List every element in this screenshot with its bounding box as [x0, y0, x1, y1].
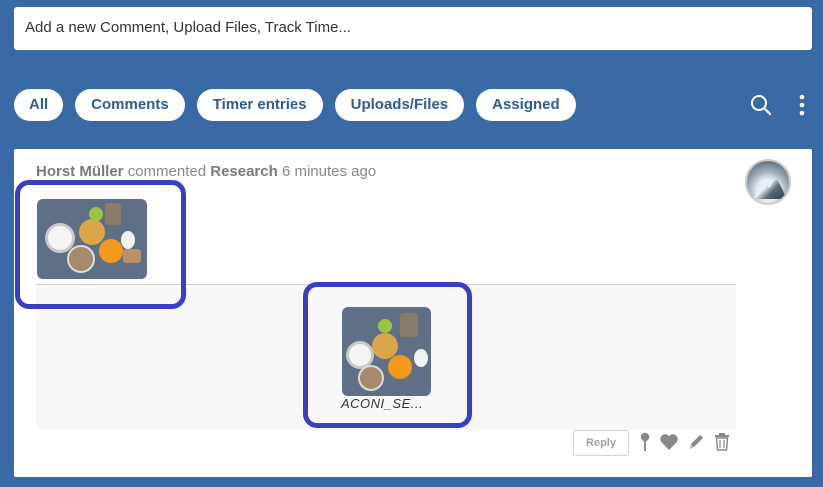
comment-card: Horst Müller commented Research 6 minute… — [14, 149, 812, 477]
comment-meta: Horst Müller commented Research 6 minute… — [36, 163, 376, 180]
comment-action: commented — [127, 163, 207, 180]
filter-assigned[interactable]: Assigned — [476, 89, 576, 121]
highlight-box — [303, 282, 472, 428]
filter-bar: All Comments Timer entries Uploads/Files… — [14, 89, 576, 121]
pin-icon[interactable] — [639, 432, 651, 452]
composer-placeholder: Add a new Comment, Upload Files, Track T… — [25, 19, 351, 36]
filter-comments[interactable]: Comments — [75, 89, 185, 121]
kebab-menu-icon[interactable] — [790, 93, 814, 117]
trash-icon[interactable] — [714, 432, 730, 452]
filter-timer-entries[interactable]: Timer entries — [196, 89, 323, 121]
search-icon[interactable] — [749, 93, 773, 117]
edit-icon[interactable] — [687, 432, 705, 452]
comment-target[interactable]: Research — [210, 163, 278, 180]
heart-icon[interactable] — [659, 432, 679, 452]
highlight-box — [15, 180, 186, 309]
comment-composer-input[interactable]: Add a new Comment, Upload Files, Track T… — [14, 7, 812, 50]
avatar[interactable] — [745, 159, 791, 205]
filter-uploads-files[interactable]: Uploads/Files — [334, 89, 465, 121]
comment-author[interactable]: Horst Müller — [36, 163, 124, 180]
reply-button[interactable]: Reply — [573, 430, 629, 456]
filter-all[interactable]: All — [14, 89, 64, 121]
avatar-mountain-graphic — [753, 177, 787, 199]
comment-time: 6 minutes ago — [281, 163, 377, 180]
